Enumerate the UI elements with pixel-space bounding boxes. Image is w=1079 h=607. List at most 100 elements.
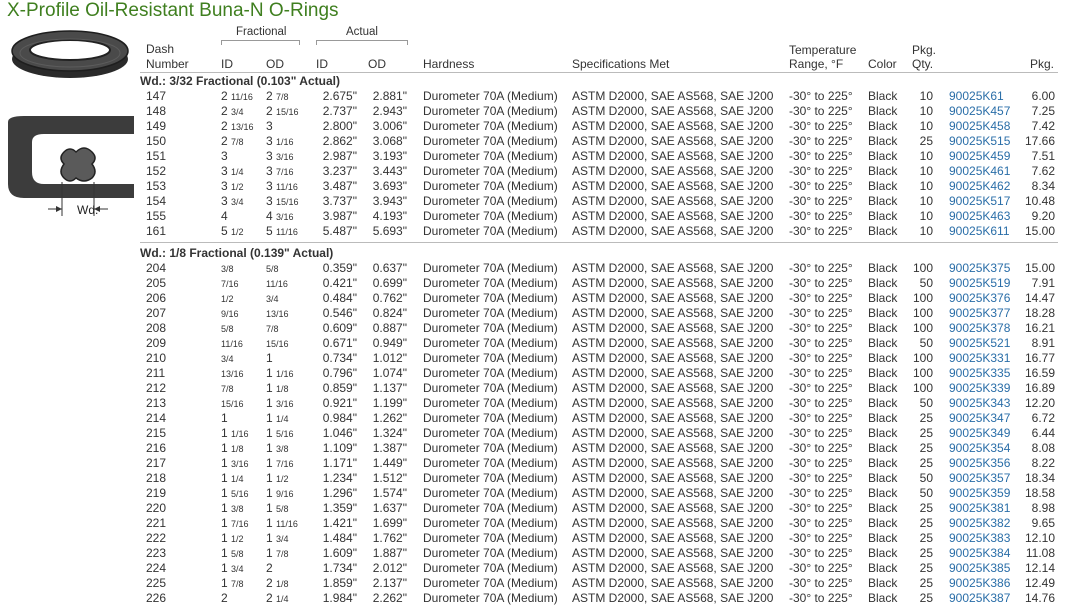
hardness: Durometer 70A (Medium)	[423, 276, 558, 290]
hardness: Durometer 70A (Medium)	[423, 471, 558, 485]
package-price: 7.51	[1031, 149, 1055, 163]
fractional-id: 2 11/16	[221, 89, 253, 105]
actual-id: 2.987"	[322, 149, 357, 163]
table-row: 225 1 7/8 2 1/8 1.859" 2.137" Durometer 70A (…	[0, 576, 1079, 591]
color: Black	[868, 104, 898, 118]
actual-id: 5.487"	[322, 224, 357, 238]
fractional-id-fraction: 1/2	[231, 227, 244, 237]
dash-number: 147	[146, 89, 167, 103]
temperature-range: -30° to 225°	[789, 209, 853, 223]
fractional-od-fraction: 5/8	[266, 264, 279, 274]
table-row: 148 2 3/4 2 15/16 2.737" 2.943" Durometer 70A…	[0, 104, 1079, 119]
package-price: 12.14	[1024, 561, 1055, 575]
fractional-id-fraction: 7/16	[231, 519, 249, 529]
fractional-id-whole: 3	[221, 194, 228, 208]
fractional-id: 3 3/4	[221, 194, 244, 210]
actual-id: 0.609"	[322, 321, 357, 335]
fractional-id: 2 7/8	[221, 134, 244, 150]
package-price: 7.25	[1031, 104, 1055, 118]
table-row: 226 2 2 1/4 1.984" 2.262" Durometer 70A (Med…	[0, 591, 1079, 606]
fractional-od-whole: 1	[266, 531, 273, 545]
fractional-id: 1 7/16	[221, 516, 249, 532]
table-row: 155 4 4 3/16 3.987" 4.193" Durometer 70A (Me…	[0, 209, 1079, 224]
header-pkg-price: Pkg.	[1030, 57, 1055, 71]
actual-id: 1.296"	[322, 486, 357, 500]
part-number-link[interactable]: 90025K61	[949, 89, 1004, 104]
header-dash: Dash	[146, 42, 175, 56]
fractional-od-whole: 1	[266, 486, 273, 500]
fractional-id: 7/8	[221, 381, 234, 397]
temperature-range: -30° to 225°	[789, 261, 853, 275]
specifications: ASTM D2000, SAE AS568, SAE J200	[572, 209, 774, 223]
package-price: 18.58	[1024, 486, 1055, 500]
package-quantity: 25	[919, 501, 933, 515]
fractional-od-whole: 1	[266, 441, 273, 455]
table-row: 153 3 1/2 3 11/16 3.487" 3.693" Durometer 70A…	[0, 179, 1079, 194]
actual-id: 0.546"	[322, 306, 357, 320]
fractional-id-fraction: 7/8	[221, 384, 234, 394]
color: Black	[868, 396, 898, 410]
fractional-od: 11/16	[266, 276, 288, 292]
color: Black	[868, 149, 898, 163]
temperature-range: -30° to 225°	[789, 149, 853, 163]
temperature-range: -30° to 225°	[789, 441, 853, 455]
color: Black	[868, 276, 898, 290]
fractional-id: 7/16	[221, 276, 239, 292]
package-price: 6.72	[1031, 411, 1055, 425]
fractional-od: 1	[266, 351, 273, 367]
dash-number: 226	[146, 591, 167, 605]
color: Black	[868, 456, 898, 470]
table-row: 216 1 1/8 1 3/8 1.109" 1.387" Durometer 70A (…	[0, 441, 1079, 456]
fractional-od-fraction: 1/4	[276, 414, 289, 424]
fractional-id-fraction: 1/16	[231, 429, 249, 439]
temperature-range: -30° to 225°	[789, 366, 853, 380]
specifications: ASTM D2000, SAE AS568, SAE J200	[572, 261, 774, 275]
fractional-id: 1 3/8	[221, 501, 244, 517]
fractional-id-fraction: 1/8	[231, 444, 244, 454]
actual-group-bracket	[316, 40, 408, 45]
dash-number: 211	[146, 366, 166, 380]
hardness: Durometer 70A (Medium)	[423, 441, 558, 455]
color: Black	[868, 441, 898, 455]
package-quantity: 10	[919, 104, 933, 118]
table-row: 147 2 11/16 2 7/8 2.675" 2.881" Durometer 70A…	[0, 89, 1079, 104]
fractional-id: 3 1/2	[221, 179, 244, 195]
package-price: 16.77	[1024, 351, 1055, 365]
specifications: ASTM D2000, SAE AS568, SAE J200	[572, 276, 774, 290]
color: Black	[868, 336, 898, 350]
fractional-od-whole: 3	[266, 194, 273, 208]
actual-od: 1.137"	[372, 381, 407, 395]
header-color: Color	[868, 57, 897, 71]
temperature-range: -30° to 225°	[789, 134, 853, 148]
table-row: 217 1 3/16 1 7/16 1.171" 1.449" Durometer 70A…	[0, 456, 1079, 471]
color: Black	[868, 291, 898, 305]
fractional-id-whole: 1	[221, 441, 228, 455]
color: Black	[868, 531, 898, 545]
fractional-id-fraction: 3/4	[231, 107, 244, 117]
color: Black	[868, 261, 898, 275]
actual-od: 1.074"	[372, 366, 407, 380]
package-quantity: 100	[912, 261, 933, 275]
package-quantity: 50	[919, 336, 933, 350]
hardness: Durometer 70A (Medium)	[423, 209, 558, 223]
color: Black	[868, 179, 898, 193]
fractional-od: 2	[266, 561, 273, 577]
fractional-id: 2 3/4	[221, 104, 244, 120]
hardness: Durometer 70A (Medium)	[423, 411, 558, 425]
actual-id: 2.862"	[322, 134, 357, 148]
actual-od: 3.693"	[372, 179, 407, 193]
table-row: 221 1 7/16 1 11/16 1.421" 1.699" Durometer 70…	[0, 516, 1079, 531]
color: Black	[868, 501, 898, 515]
hardness: Durometer 70A (Medium)	[423, 321, 558, 335]
actual-od: 1.012"	[372, 351, 407, 365]
header-hardness: Hardness	[423, 57, 475, 71]
dash-number: 155	[146, 209, 167, 223]
package-price: 14.76	[1024, 591, 1055, 605]
header-pkg-line1: Pkg.	[912, 43, 937, 57]
package-quantity: 50	[919, 471, 933, 485]
color: Black	[868, 134, 898, 148]
package-price: 8.91	[1031, 336, 1055, 350]
actual-od: 1.887"	[372, 546, 407, 560]
package-quantity: 25	[919, 134, 933, 148]
package-quantity: 25	[919, 441, 933, 455]
